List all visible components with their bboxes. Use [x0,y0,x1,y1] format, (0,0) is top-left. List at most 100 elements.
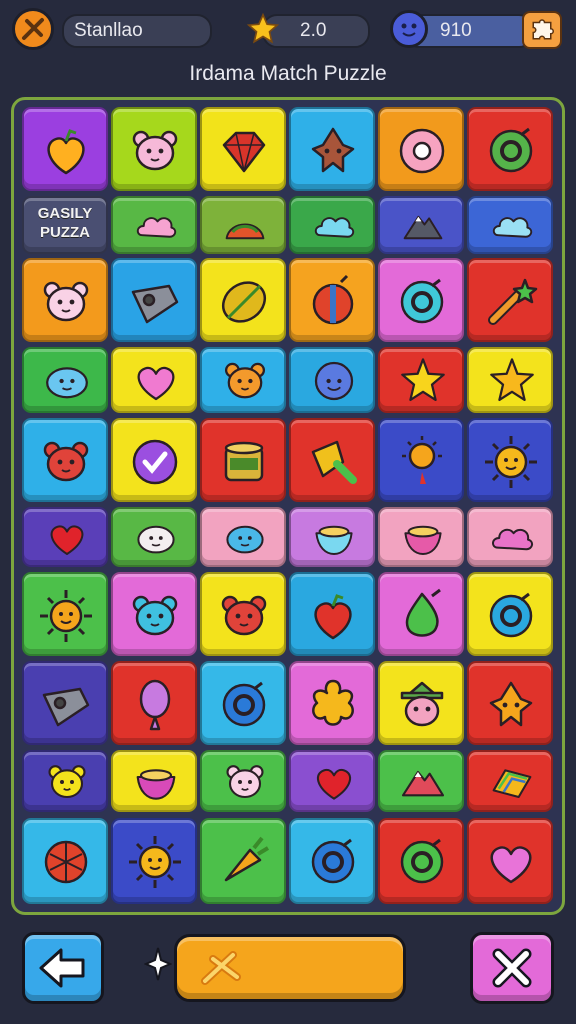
board-tile-hat-face[interactable] [378,661,464,745]
bear-face-icon [132,595,178,636]
board-tile-sun[interactable] [111,818,197,904]
board-tile-ice[interactable] [289,418,375,502]
board-tile-carrot[interactable] [200,818,286,904]
board-tile-cloud[interactable] [467,196,553,254]
ball-icon [312,274,354,325]
star-icon [246,12,280,44]
board-tile-sun[interactable] [467,418,553,502]
board-tile-star[interactable] [378,347,464,413]
close-button[interactable] [470,932,554,1004]
check-icon [132,439,178,485]
board-tile-bear-face[interactable] [200,347,286,413]
puzzle-piece-button[interactable] [522,11,562,49]
board-tile-critter[interactable] [467,661,553,745]
ice-icon [311,440,357,484]
bear-face-icon [132,130,178,171]
blob-icon [46,367,88,399]
board-tile-sun[interactable] [22,572,108,656]
board-tile-bear-face[interactable] [200,572,286,656]
board-tile-hill[interactable] [200,196,286,254]
board-tile-smile-ball[interactable] [289,347,375,413]
critter-icon [311,127,355,173]
board-tile-tank[interactable] [22,661,108,745]
board-tile-heart[interactable] [467,818,553,904]
board-tile-cloud[interactable] [289,196,375,254]
board-tile-ring[interactable] [378,818,464,904]
board-tile-heart[interactable] [22,507,108,567]
board-tile-balloon[interactable] [111,661,197,745]
board-tile-rainbow[interactable] [467,750,553,812]
board-tile-cloud[interactable] [111,196,197,254]
board-tile-ring[interactable] [467,107,553,191]
tool-coin-icon[interactable] [12,8,54,50]
board-tile-critter[interactable] [289,107,375,191]
board-tile-heart[interactable] [111,347,197,413]
board-tile-bowl[interactable] [289,507,375,567]
star-icon [401,358,445,402]
sun-icon [129,836,181,888]
bear-face-icon [224,362,266,399]
cloud-icon [492,217,533,238]
board-tile-heart-fruit[interactable] [22,107,108,191]
flower-icon [312,679,354,726]
carrot-icon [224,836,270,882]
board-tile-bowl[interactable] [111,750,197,812]
sun-icon [485,436,537,488]
heart-fruit-icon [314,594,352,640]
board-tile-blob[interactable] [200,507,286,567]
rainbow-icon [492,769,532,799]
board-tile-text[interactable]: GASILY PUZZA [22,196,108,254]
board-tile-donut[interactable] [378,107,464,191]
lemon-icon [221,281,267,323]
back-button[interactable] [22,932,104,1004]
board-tile-bowl[interactable] [378,507,464,567]
board-tile-ring[interactable] [289,818,375,904]
board-tile-wand[interactable] [467,258,553,342]
board-tile-tank[interactable] [111,258,197,342]
ring-icon [489,592,533,638]
bowl-icon [315,525,353,555]
board-tile-lemon[interactable] [200,258,286,342]
board-tile-cloud[interactable] [467,507,553,567]
bear-face-icon [43,281,89,322]
board-tile-ball[interactable] [289,258,375,342]
board-tile-bear-face[interactable] [200,750,286,812]
blob-icon [226,525,264,554]
heart-fruit-icon [47,129,85,175]
board-tile-can[interactable] [200,418,286,502]
board-tile-heart[interactable] [289,750,375,812]
board-tile-heart-fruit[interactable] [289,572,375,656]
board-tile-bear-face[interactable] [111,572,197,656]
sun-lamp-icon [402,436,442,484]
mountain-icon [403,215,443,240]
gem-icon [222,131,266,173]
board-tile-bear-face[interactable] [22,418,108,502]
mountain-icon [401,770,445,797]
board-tile-gem[interactable] [200,107,286,191]
board-tile-blob[interactable] [22,347,108,413]
close-x-icon [492,948,532,988]
board-tile-ring[interactable] [467,572,553,656]
board-tile-star[interactable] [467,347,553,413]
board-tile-bear-face[interactable] [111,107,197,191]
board-tile-check[interactable] [111,418,197,502]
board-tile-bear-face[interactable] [22,258,108,342]
heart-icon [490,846,532,884]
heart-icon [50,525,84,555]
board-tile-mountain[interactable] [378,196,464,254]
board-tile-mountain[interactable] [378,750,464,812]
tank-icon [131,284,179,324]
board-tile-ring[interactable] [378,258,464,342]
board-tile-bear-face[interactable] [22,750,108,812]
action-bar-button[interactable] [174,934,406,1002]
wand-icon [488,278,538,325]
bear-face-icon [43,441,89,482]
bear-face-icon [221,595,267,636]
board-tile-basket[interactable] [22,818,108,904]
board-tile-ring[interactable] [200,661,286,745]
board-tile-drop[interactable] [378,572,464,656]
critter-icon [489,681,533,727]
board-tile-sun-lamp[interactable] [378,418,464,502]
board-tile-blob[interactable] [111,507,197,567]
board-tile-flower[interactable] [289,661,375,745]
